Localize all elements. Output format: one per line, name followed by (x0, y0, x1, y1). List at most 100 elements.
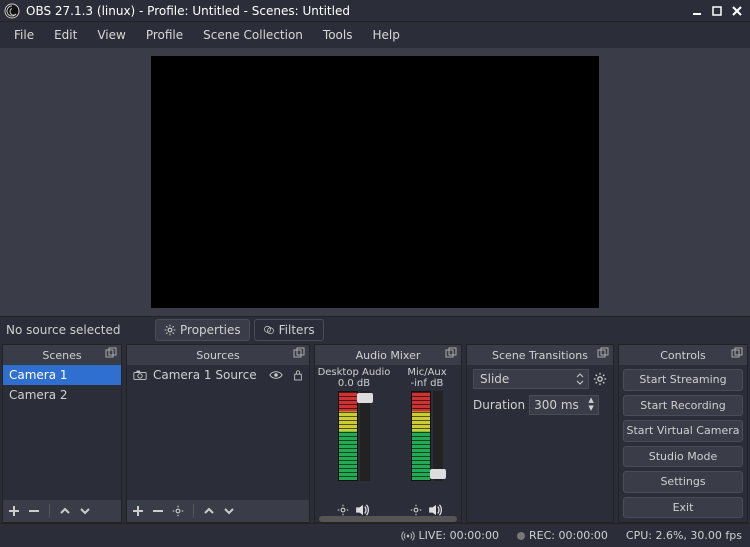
mixer-channel-desktop: Desktop Audio 0.0 dB (319, 367, 389, 520)
start-recording-button[interactable]: Start Recording (623, 395, 743, 417)
transitions-header: Scene Transitions (467, 345, 613, 365)
spin-down-button[interactable]: ▼ (586, 405, 596, 413)
broadcast-icon (401, 530, 415, 542)
rec-label: REC: 00:00:00 (529, 529, 608, 542)
cpu-label: CPU: 2.6%, 30.00 fps (626, 529, 742, 542)
properties-label: Properties (180, 323, 241, 337)
preview-canvas[interactable] (151, 56, 599, 308)
lock-toggle[interactable] (293, 369, 303, 381)
volume-fader[interactable] (433, 391, 443, 481)
remove-scene-button[interactable] (27, 504, 41, 518)
scenes-list[interactable]: Camera 1 Camera 2 (3, 365, 121, 500)
move-source-up-button[interactable] (202, 504, 216, 518)
mute-button[interactable] (355, 504, 371, 516)
popout-icon[interactable] (445, 347, 459, 361)
mixer-channel-mic: Mic/Aux -inf dB (397, 367, 457, 520)
audio-meter (411, 391, 431, 481)
sources-header: Sources (127, 345, 309, 365)
audio-mixer-panel: Audio Mixer Desktop Audio 0.0 dB (314, 344, 462, 523)
menu-help[interactable]: Help (362, 24, 409, 46)
channel-settings-button[interactable] (337, 504, 349, 516)
camera-icon (133, 369, 147, 381)
source-item[interactable]: Camera 1 Source (127, 365, 309, 385)
record-dot-icon (517, 532, 525, 540)
move-scene-up-button[interactable] (58, 504, 72, 518)
statusbar: LIVE: 00:00:00 REC: 00:00:00 CPU: 2.6%, … (0, 523, 750, 547)
popout-icon[interactable] (597, 347, 611, 361)
popout-icon[interactable] (731, 347, 745, 361)
exit-button[interactable]: Exit (623, 497, 743, 519)
channel-settings-button[interactable] (410, 504, 422, 516)
transition-settings-button[interactable] (593, 372, 607, 386)
add-scene-button[interactable] (7, 504, 21, 518)
scenes-title: Scenes (42, 349, 81, 362)
duration-label: Duration (473, 398, 525, 412)
start-virtual-camera-button[interactable]: Start Virtual Camera (623, 420, 743, 442)
start-streaming-button[interactable]: Start Streaming (623, 369, 743, 391)
mixer-header: Audio Mixer (315, 345, 461, 365)
add-source-button[interactable] (131, 504, 145, 518)
move-source-down-button[interactable] (222, 504, 236, 518)
no-source-label: No source selected (6, 323, 151, 337)
controls-panel: Controls Start Streaming Start Recording… (618, 344, 748, 523)
mixer-body: Desktop Audio 0.0 dB Mic/Aux -inf dB (315, 365, 461, 522)
sources-panel: Sources Camera 1 Source (126, 344, 310, 523)
controls-header: Controls (619, 345, 747, 365)
menu-edit[interactable]: Edit (44, 24, 87, 46)
menu-tools[interactable]: Tools (313, 24, 363, 46)
move-scene-down-button[interactable] (78, 504, 92, 518)
transition-select[interactable]: Slide (473, 369, 589, 389)
duration-input[interactable]: 300 ms ▲▼ (529, 395, 599, 415)
window-title: OBS 27.1.3 (linux) - Profile: Untitled -… (26, 4, 686, 18)
scenes-panel: Scenes Camera 1 Camera 2 (2, 344, 122, 523)
source-properties-button[interactable] (171, 504, 185, 518)
controls-body: Start Streaming Start Recording Start Vi… (619, 365, 747, 522)
preview-area (0, 48, 750, 316)
scenes-header: Scenes (3, 345, 121, 365)
filters-button[interactable]: Filters (254, 319, 324, 341)
separator (193, 504, 194, 518)
volume-fader[interactable] (360, 391, 370, 481)
scene-item[interactable]: Camera 1 (3, 365, 121, 385)
popout-icon[interactable] (105, 347, 119, 361)
visibility-toggle[interactable] (269, 369, 283, 381)
live-status: LIVE: 00:00:00 (401, 529, 499, 542)
filter-icon (263, 324, 275, 336)
popout-icon[interactable] (293, 347, 307, 361)
gear-icon (164, 324, 176, 336)
menu-scene-collection[interactable]: Scene Collection (193, 24, 313, 46)
chevron-updown-icon (576, 373, 584, 385)
duration-value: 300 ms (534, 398, 579, 412)
mute-button[interactable] (428, 504, 444, 516)
titlebar: OBS 27.1.3 (linux) - Profile: Untitled -… (0, 0, 750, 22)
menu-view[interactable]: View (87, 24, 135, 46)
settings-button[interactable]: Settings (623, 471, 743, 493)
obs-logo-icon (4, 3, 20, 19)
channel-name: Desktop Audio (318, 367, 391, 378)
remove-source-button[interactable] (151, 504, 165, 518)
mixer-scrollbar[interactable] (319, 516, 457, 522)
rec-status: REC: 00:00:00 (517, 529, 608, 542)
transitions-body: Slide Duration 300 ms ▲▼ (467, 365, 613, 522)
studio-mode-button[interactable]: Studio Mode (623, 446, 743, 468)
transitions-title: Scene Transitions (492, 349, 588, 362)
close-button[interactable] (728, 2, 746, 20)
filters-label: Filters (279, 323, 315, 337)
scenes-footer (3, 500, 121, 522)
separator (49, 504, 50, 518)
scene-item[interactable]: Camera 2 (3, 385, 121, 405)
menu-file[interactable]: File (4, 24, 44, 46)
maximize-button[interactable] (708, 2, 726, 20)
controls-title: Controls (660, 349, 706, 362)
transition-value: Slide (480, 372, 509, 386)
sources-list[interactable]: Camera 1 Source (127, 365, 309, 500)
menu-profile[interactable]: Profile (136, 24, 193, 46)
minimize-button[interactable] (688, 2, 706, 20)
source-name: Camera 1 Source (153, 368, 257, 382)
menubar: File Edit View Profile Scene Collection … (0, 22, 750, 48)
properties-button[interactable]: Properties (155, 319, 250, 341)
panels-row: Scenes Camera 1 Camera 2 Sources Camera … (0, 342, 750, 523)
sources-footer (127, 500, 309, 522)
mixer-title: Audio Mixer (356, 349, 421, 362)
transitions-panel: Scene Transitions Slide Duration 300 ms … (466, 344, 614, 523)
